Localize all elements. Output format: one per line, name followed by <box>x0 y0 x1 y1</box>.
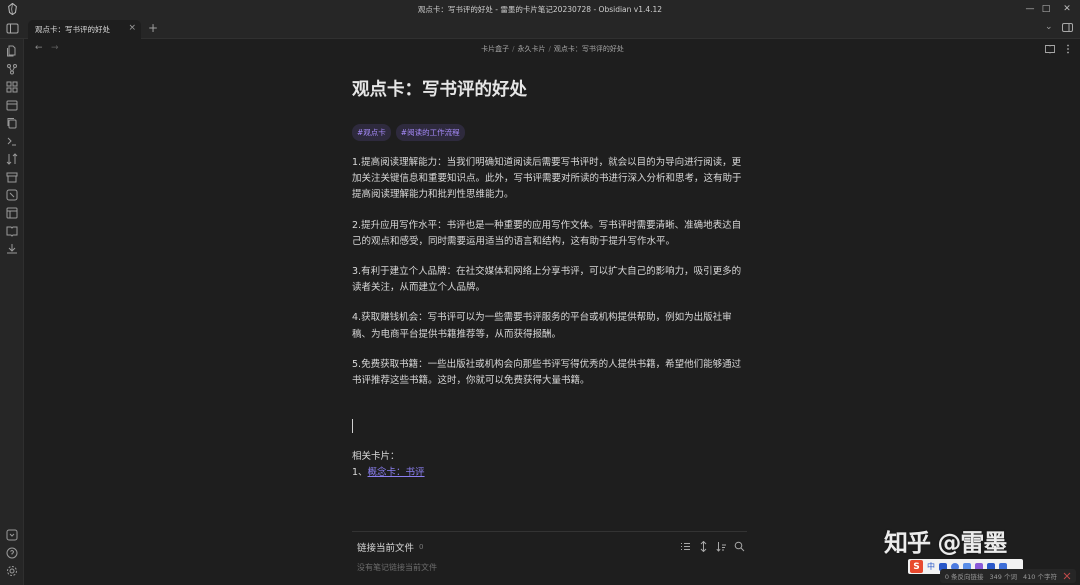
view-header: ← → 卡片盒子 / 永久卡片 / 观点卡：写书评的好处 <box>25 39 1080 59</box>
download-icon[interactable] <box>6 243 18 255</box>
zhihu-watermark: 知乎 @雷墨 <box>884 529 1007 557</box>
book-open-icon[interactable] <box>6 225 18 237</box>
ime-language[interactable]: 中 <box>927 561 935 572</box>
note-title[interactable]: 观点卡：写书评的好处 <box>352 76 747 104</box>
left-ribbon <box>0 39 24 585</box>
text-cursor <box>352 419 353 434</box>
title-bar: 观点卡：写书评的好处 - 雷墨的卡片笔记20230728 - Obsidian … <box>0 0 1080 18</box>
note-paragraph: 5.免费获取书籍：一些出版社或机构会向那些书评写得优秀的人提供书籍，希望他们能够… <box>352 358 742 387</box>
breadcrumb-separator: / <box>512 45 515 53</box>
files-icon[interactable] <box>6 45 18 57</box>
expand-icon[interactable] <box>698 541 709 552</box>
sidebar-toggle-icon[interactable] <box>6 22 19 35</box>
status-char-count: 410 个字符 <box>1023 573 1057 581</box>
sort-icon[interactable] <box>6 153 18 165</box>
new-tab-button[interactable]: + <box>148 21 158 35</box>
breadcrumb-item[interactable]: 永久卡片 <box>518 45 546 53</box>
internal-link[interactable]: 概念卡：书评 <box>368 467 425 478</box>
tab-active-note[interactable]: 观点卡：写书评的好处 × <box>28 20 141 39</box>
note-paragraph: 2.提升应用写作水平：书评也是一种重要的应用写作文体。写书评时需要清晰、准确地表… <box>352 219 742 247</box>
template-icon[interactable] <box>6 207 18 219</box>
window-title: 观点卡：写书评的好处 - 雷墨的卡片笔记20230728 - Obsidian … <box>417 4 663 14</box>
more-options-icon[interactable] <box>1063 44 1073 54</box>
reading-view-icon[interactable] <box>1045 44 1055 54</box>
archive-icon[interactable] <box>6 171 18 183</box>
slash-command-icon[interactable] <box>6 189 18 201</box>
related-card-index: 1、 <box>352 467 368 479</box>
sync-status-icon[interactable] <box>1063 572 1071 580</box>
sogou-logo-icon: S <box>910 560 923 573</box>
tab-strip: 观点卡：写书评的好处 × + ⌄ <box>0 18 1080 39</box>
tab-close-icon[interactable]: × <box>128 23 136 33</box>
settings-gear-icon[interactable] <box>6 565 18 577</box>
note-editor[interactable]: 观点卡：写书评的好处 #观点卡 #阅读的工作流程 1.提高阅读理解能力：当我们明… <box>352 76 747 481</box>
calendar-icon[interactable] <box>6 99 18 111</box>
status-word-count: 349 个词 <box>989 573 1018 581</box>
tag-list: #观点卡 #阅读的工作流程 <box>352 124 747 141</box>
right-sidebar-toggle-icon[interactable] <box>1062 22 1073 33</box>
status-backlinks[interactable]: 0 条反向链接 <box>945 571 984 581</box>
related-card-item: 1、概念卡：书评 <box>352 465 747 481</box>
list-collapse-icon[interactable] <box>680 541 691 552</box>
tab-label: 观点卡：写书评的好处 <box>35 25 110 34</box>
search-icon[interactable] <box>734 541 745 552</box>
backlinks-count: 0 <box>419 543 424 551</box>
graph-icon[interactable] <box>6 63 18 75</box>
related-cards-heading: 相关卡片： <box>352 451 400 463</box>
obsidian-logo-icon <box>8 3 17 15</box>
help-icon[interactable] <box>6 547 18 559</box>
terminal-icon[interactable] <box>6 135 18 147</box>
tag-pill[interactable]: #阅读的工作流程 <box>395 124 465 141</box>
tag-pill[interactable]: #观点卡 <box>352 124 391 141</box>
backlinks-title: 链接当前文件 <box>357 543 415 554</box>
note-paragraph: 4.获取赚钱机会：写书评可以为一些需要书评服务的平台或机构提供帮助，例如为出版社… <box>352 312 732 340</box>
close-button[interactable]: ✕ <box>1054 0 1080 18</box>
breadcrumb: 卡片盒子 / 永久卡片 / 观点卡：写书评的好处 <box>25 44 1080 54</box>
backlinks-panel: 链接当前文件 0 没有笔记链接当前文件 <box>352 531 747 573</box>
breadcrumb-item[interactable]: 观点卡：写书评的好处 <box>554 45 624 53</box>
backlinks-empty-message: 没有笔记链接当前文件 <box>357 563 437 572</box>
sort-order-icon[interactable] <box>716 541 727 552</box>
breadcrumb-item[interactable]: 卡片盒子 <box>481 45 509 53</box>
breadcrumb-separator: / <box>548 45 551 53</box>
vault-switcher-icon[interactable] <box>6 529 18 541</box>
note-paragraph: 3.有利于建立个人品牌：在社交媒体和网络上分享书评，可以扩大自己的影响力，吸引更… <box>352 266 742 294</box>
note-paragraph: 1.提高阅读理解能力：当我们明确知道阅读后需要写书评时，就会以目的为导向进行阅读… <box>352 157 742 201</box>
backlinks-header[interactable]: 链接当前文件 0 <box>352 532 747 562</box>
status-bar: 0 条反向链接 349 个词 410 个字符 <box>939 569 1076 583</box>
copy-icon[interactable] <box>6 117 18 129</box>
canvas-icon[interactable] <box>6 81 18 93</box>
tab-list-chevron-icon[interactable]: ⌄ <box>1045 22 1053 32</box>
